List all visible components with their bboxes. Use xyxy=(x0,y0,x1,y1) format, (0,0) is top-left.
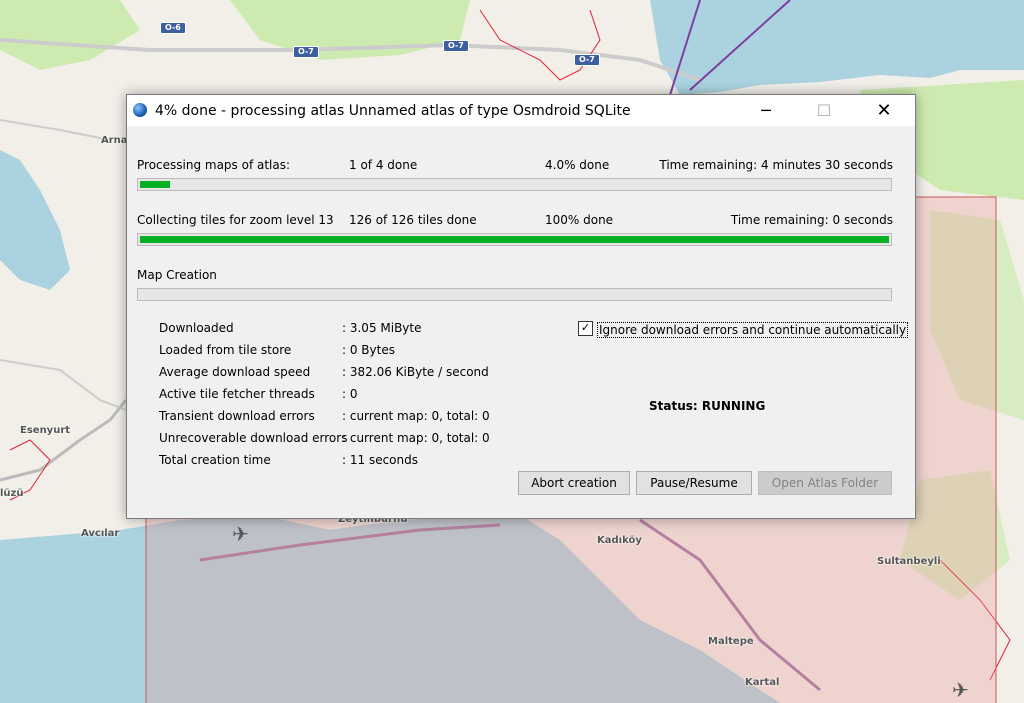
title-bar[interactable]: 4% done - processing atlas Unnamed atlas… xyxy=(127,95,915,126)
place-label-kartal: Kartal xyxy=(745,677,780,688)
place-label-sultanbeyli: Sultanbeyli xyxy=(877,556,941,567)
globe-icon xyxy=(133,103,147,117)
place-label-esenyurt: Esenyurt xyxy=(20,425,71,436)
stat-label: Downloaded xyxy=(159,321,234,335)
stat-value: : 3.05 MiByte xyxy=(342,321,422,335)
map-creation-label: Map Creation xyxy=(137,268,217,282)
open-atlas-folder-button[interactable]: Open Atlas Folder xyxy=(758,471,892,495)
road-shield-o7: O-7 xyxy=(443,40,469,52)
tiles-time-remaining: Time remaining: 0 seconds xyxy=(730,213,893,227)
status-text: Status: RUNNING xyxy=(649,399,766,413)
road-shield-o7: O-7 xyxy=(574,54,600,66)
airport-icon: ✈ xyxy=(232,522,249,546)
maps-progress-bar xyxy=(137,178,892,191)
map-creation-progress-bar xyxy=(137,288,892,301)
maximize-button[interactable]: ☐ xyxy=(801,95,847,126)
road-shield-o7: O-7 xyxy=(293,46,319,58)
stat-value: : current map: 0, total: 0 xyxy=(342,409,490,423)
place-label-luzu: lüzü xyxy=(0,488,24,499)
tiles-progress-bar xyxy=(137,233,892,246)
stat-label: Active tile fetcher threads xyxy=(159,387,315,401)
window-title: 4% done - processing atlas Unnamed atlas… xyxy=(155,103,631,119)
tiles-progress-percent: 100% done xyxy=(545,213,614,227)
ignore-errors-label[interactable]: Ignore download errors and continue auto… xyxy=(597,322,909,338)
tiles-progress-count: 126 of 126 tiles done xyxy=(349,213,477,227)
stat-value: : current map: 0, total: 0 xyxy=(342,431,490,445)
stat-value: : 382.06 KiByte / second xyxy=(342,365,489,379)
maps-time-remaining: Time remaining: 4 minutes 30 seconds xyxy=(659,158,893,172)
airport-icon: ✈ xyxy=(952,678,969,702)
place-label-kadikoy: Kadıköy xyxy=(597,535,642,546)
stat-label: Transient download errors xyxy=(159,409,315,423)
close-button[interactable]: ✕ xyxy=(861,95,907,126)
stat-value: : 11 seconds xyxy=(342,453,418,467)
place-label-avcilar: Avcılar xyxy=(81,528,120,539)
stat-label: Unrecoverable download errors xyxy=(159,431,348,445)
maps-progress-percent: 4.0% done xyxy=(545,158,610,172)
maps-progress-label: Processing maps of atlas: xyxy=(137,158,291,172)
abort-creation-button[interactable]: Abort creation xyxy=(518,471,630,495)
maps-progress-fill xyxy=(140,181,170,188)
minimize-button[interactable]: ─ xyxy=(743,95,789,126)
ignore-errors-checkbox[interactable]: ✓ xyxy=(578,321,593,336)
place-label-maltepe: Maltepe xyxy=(708,636,754,647)
atlas-progress-dialog: 4% done - processing atlas Unnamed atlas… xyxy=(126,94,916,519)
tiles-progress-label: Collecting tiles for zoom level 13 xyxy=(137,213,334,227)
stat-value: : 0 xyxy=(342,387,358,401)
stat-label: Average download speed xyxy=(159,365,311,379)
stat-value: : 0 Bytes xyxy=(342,343,395,357)
road-shield-o6: O-6 xyxy=(160,22,186,34)
maps-progress-count: 1 of 4 done xyxy=(349,158,418,172)
stat-label: Loaded from tile store xyxy=(159,343,292,357)
place-label-arna: Arna xyxy=(101,135,128,146)
tiles-progress-fill xyxy=(140,236,889,243)
stat-label: Total creation time xyxy=(159,453,271,467)
pause-resume-button[interactable]: Pause/Resume xyxy=(636,471,752,495)
